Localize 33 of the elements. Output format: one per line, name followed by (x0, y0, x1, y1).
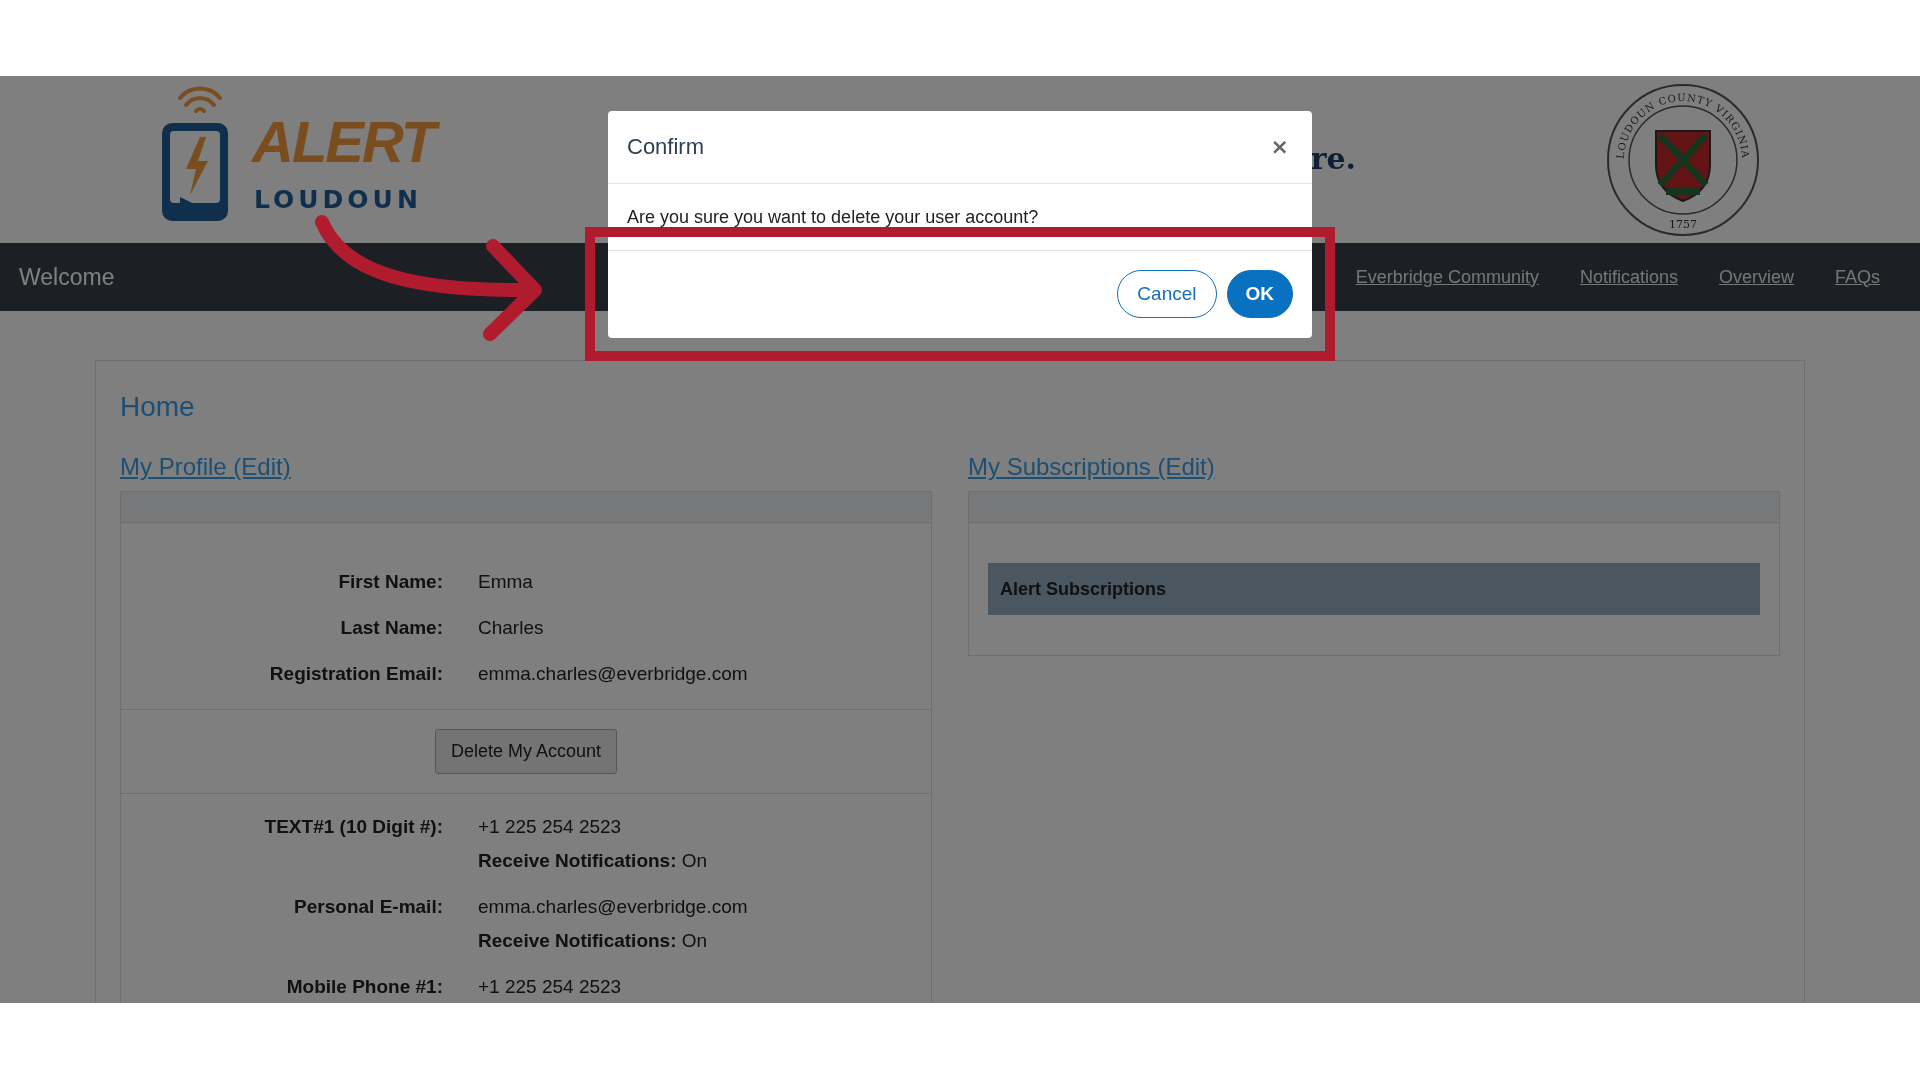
tagline-text: re. (1310, 144, 1356, 174)
section-header-bar: Alert Subscriptions (988, 563, 1760, 615)
subscriptions-edit-link[interactable]: My Subscriptions (Edit) (968, 453, 1215, 481)
seal-year: 1757 (1669, 217, 1697, 231)
field-value: Charles (478, 617, 545, 639)
brand-text: Welcome (19, 263, 115, 291)
field-value: emma.charles@everbridge.com (478, 663, 749, 685)
cancel-button[interactable]: Cancel (1117, 270, 1217, 318)
nav-link[interactable]: Everbridge Community (1355, 266, 1539, 288)
profile-edit-link[interactable]: My Profile (Edit) (120, 453, 291, 481)
logo-wordmark: ALERT (248, 108, 445, 176)
field-value: emma.charles@everbridge.com (478, 896, 749, 918)
dialog-title: Confirm (627, 134, 704, 160)
field-label: Last Name: (339, 617, 443, 639)
page-title: Home (120, 391, 196, 423)
field-label: Personal E-mail: (293, 896, 443, 918)
dialog-message: Are you sure you want to delete your user account? (608, 184, 1312, 251)
field-label: Mobile Phone #1: (285, 976, 443, 998)
nav-link[interactable]: FAQs (1835, 266, 1880, 288)
notification-status: Receive Notifications: On (478, 850, 709, 872)
nav-link[interactable]: Overview (1718, 266, 1794, 288)
field-label: First Name: (337, 571, 443, 593)
logo-subtitle: LOUDOUN (254, 187, 422, 213)
field-label: Registration Email: (268, 663, 443, 685)
ok-button[interactable]: OK (1226, 270, 1293, 318)
field-value: +1 225 254 2523 (478, 816, 623, 838)
notification-status: Receive Notifications: On (478, 930, 709, 952)
close-button[interactable]: × (1266, 123, 1293, 171)
field-label: TEXT#1 (10 Digit #): (263, 816, 443, 838)
delete-account-button[interactable]: Delete My Account (434, 729, 618, 774)
field-value: +1 225 254 2523 (478, 976, 623, 998)
nav-link[interactable]: Notifications (1579, 266, 1678, 288)
field-value: Emma (478, 571, 534, 593)
